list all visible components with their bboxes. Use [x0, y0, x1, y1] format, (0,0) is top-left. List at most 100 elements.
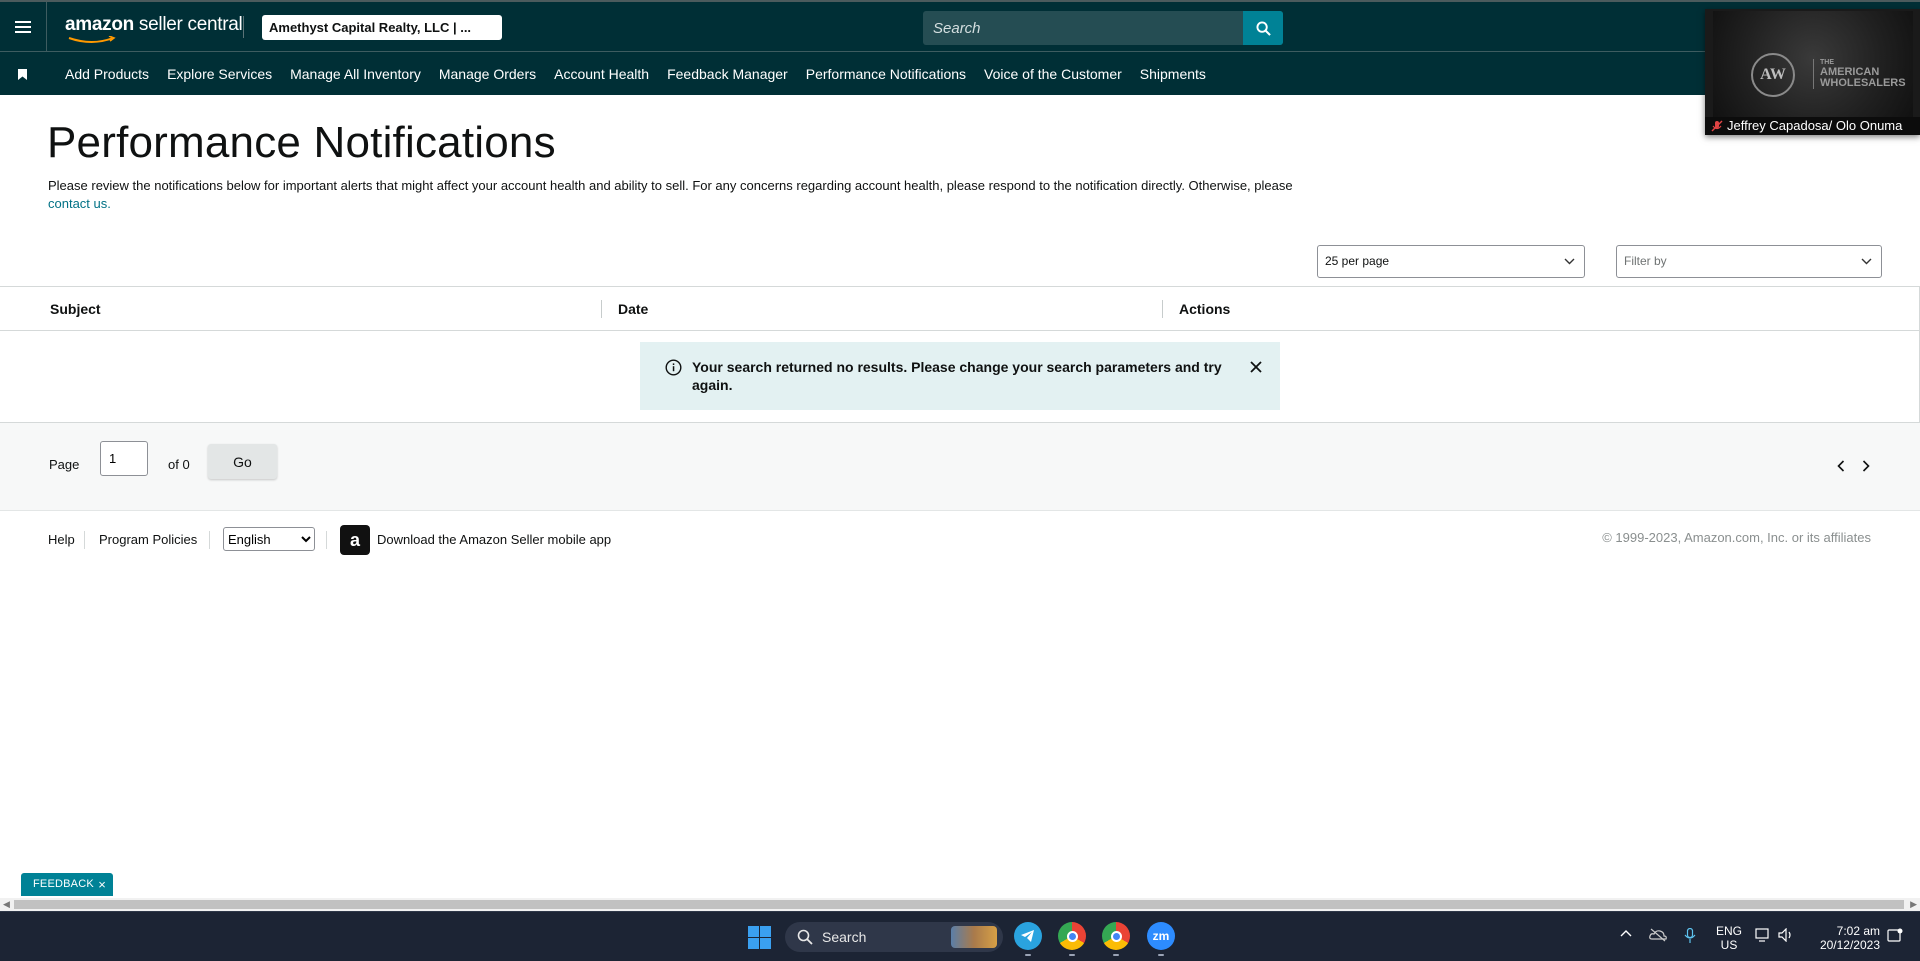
nav-item-account-health[interactable]: Account Health	[554, 66, 649, 82]
page-description: Please review the notifications below fo…	[48, 177, 1318, 213]
taskbar-running-indicator	[1158, 954, 1164, 956]
column-date[interactable]: Date	[618, 287, 648, 331]
contact-us-link[interactable]: contact us.	[48, 196, 111, 211]
footer-divider	[84, 531, 85, 549]
amazon-smile-icon	[68, 36, 116, 43]
scroll-right-icon[interactable]: ▶	[1910, 899, 1917, 910]
brand-text: THE AMERICAN WHOLESALERS	[1813, 59, 1906, 89]
search-icon	[797, 929, 813, 945]
chevron-left-icon[interactable]	[1837, 460, 1845, 472]
alert-message: Your search returned no results. Please …	[692, 359, 1222, 393]
participant-name: Jeffrey Capadosa/ Olo Onuma	[1705, 117, 1920, 135]
input-language-indicator[interactable]: ENG US	[1716, 924, 1742, 952]
per-page-value: 25 per page	[1325, 254, 1390, 268]
description-text: Please review the notifications below fo…	[48, 178, 1293, 193]
filter-select[interactable]: Filter by	[1616, 245, 1882, 278]
menu-icon[interactable]	[0, 2, 47, 51]
onedrive-offline-icon[interactable]	[1649, 928, 1667, 942]
nav-item-manage-orders[interactable]: Manage Orders	[439, 66, 536, 82]
column-subject[interactable]: Subject	[50, 287, 101, 331]
video-feed: AW THE AMERICAN WHOLESALERS	[1713, 11, 1913, 117]
taskbar-running-indicator	[1113, 954, 1119, 956]
language-code: ENG	[1716, 924, 1743, 938]
scrollbar-thumb[interactable]	[14, 900, 1904, 909]
notification-icon[interactable]	[1887, 928, 1903, 944]
system-clock[interactable]: 7:02 am 20/12/2023	[1800, 924, 1880, 952]
top-header: amazon seller central Amethyst Capital R…	[0, 0, 1920, 51]
nav-item-voice-of-customer[interactable]: Voice of the Customer	[984, 66, 1122, 82]
feedback-label: FEEDBACK	[33, 878, 94, 890]
table-header: Subject Date Actions	[0, 287, 1920, 331]
info-icon	[665, 359, 682, 376]
chevron-up-icon[interactable]	[1620, 928, 1632, 940]
language-select[interactable]: English	[223, 527, 315, 551]
page-label: Page	[49, 457, 80, 472]
brand-emblem: AW	[1751, 53, 1795, 97]
chevron-down-icon	[1861, 258, 1872, 265]
account-selector[interactable]: Amethyst Capital Realty, LLC | ...	[262, 15, 502, 40]
network-icon[interactable]	[1755, 928, 1771, 942]
logo-product: seller central	[133, 14, 243, 35]
close-icon	[1250, 361, 1262, 373]
nav-item-shipments[interactable]: Shipments	[1140, 66, 1206, 82]
taskbar-running-indicator	[1069, 954, 1075, 956]
page-title: Performance Notifications	[47, 118, 556, 167]
copyright: © 1999-2023, Amazon.com, Inc. or its aff…	[1602, 530, 1871, 545]
region-code: US	[1720, 938, 1738, 952]
brand-line-3: WHOLESALERS	[1820, 77, 1906, 89]
nav-item-add-products[interactable]: Add Products	[65, 66, 149, 82]
close-alert-button[interactable]	[1246, 357, 1266, 377]
logo-brand: amazon	[65, 14, 134, 35]
seller-central-logo[interactable]: amazon seller central	[65, 14, 243, 43]
per-page-select[interactable]: 25 per page	[1317, 245, 1585, 278]
chrome-icon[interactable]	[1058, 922, 1086, 950]
search-highlight-image	[951, 926, 997, 948]
download-app-link[interactable]: Download the Amazon Seller mobile app	[377, 532, 611, 547]
program-policies-link[interactable]: Program Policies	[99, 532, 197, 547]
column-divider	[1162, 300, 1163, 318]
column-actions[interactable]: Actions	[1179, 287, 1230, 331]
filter-placeholder: Filter by	[1624, 254, 1667, 268]
scroll-left-icon[interactable]: ◀	[3, 899, 10, 910]
page-count-label: of 0	[168, 457, 190, 472]
taskbar-search-label: Search	[822, 929, 867, 945]
page-number-input[interactable]	[100, 441, 148, 476]
amazon-app-icon[interactable]: a	[340, 525, 370, 555]
header-divider	[243, 16, 244, 38]
search-input[interactable]	[923, 11, 1243, 45]
feedback-close-icon[interactable]: ×	[98, 873, 106, 896]
chrome-profile-icon[interactable]	[1102, 922, 1130, 950]
nav-items: Add Products Explore Services Manage All…	[65, 52, 1224, 96]
zoom-icon[interactable]: zm	[1147, 922, 1175, 950]
footer-divider	[209, 531, 210, 549]
footer-divider	[326, 531, 327, 549]
search-button[interactable]	[1243, 11, 1283, 45]
nav-bar: Add Products Explore Services Manage All…	[0, 51, 1920, 95]
microphone-icon[interactable]	[1684, 928, 1696, 944]
taskbar-search[interactable]: Search	[785, 922, 1003, 952]
column-divider	[601, 300, 602, 318]
taskbar-running-indicator	[1025, 954, 1031, 956]
telegram-icon[interactable]	[1014, 922, 1042, 950]
windows-taskbar: Search zm ENG US 7:02 am 20/12/2023	[0, 911, 1920, 961]
no-results-alert: Your search returned no results. Please …	[640, 342, 1280, 410]
horizontal-scrollbar[interactable]: ◀ ▶	[0, 898, 1920, 911]
clock-time: 7:02 am	[1836, 924, 1880, 938]
chevron-down-icon	[1564, 258, 1575, 265]
windows-start-icon[interactable]	[748, 926, 771, 949]
nav-item-feedback-manager[interactable]: Feedback Manager	[667, 66, 788, 82]
footer: Help Program Policies English a Download…	[0, 525, 1920, 555]
muted-mic-icon	[1711, 120, 1723, 132]
feedback-tab[interactable]: FEEDBACK ×	[21, 873, 113, 896]
nav-item-manage-inventory[interactable]: Manage All Inventory	[290, 66, 421, 82]
go-button[interactable]: Go	[208, 444, 277, 479]
nav-item-explore-services[interactable]: Explore Services	[167, 66, 272, 82]
clock-date: 20/12/2023	[1819, 938, 1880, 952]
volume-icon[interactable]	[1778, 928, 1794, 942]
help-link[interactable]: Help	[48, 532, 75, 547]
video-call-overlay[interactable]: AW THE AMERICAN WHOLESALERS Jeffrey Capa…	[1705, 9, 1920, 135]
bookmark-icon[interactable]	[18, 67, 27, 85]
search-icon	[1255, 20, 1271, 36]
nav-item-performance-notifications[interactable]: Performance Notifications	[806, 66, 966, 82]
chevron-right-icon[interactable]	[1862, 460, 1870, 472]
